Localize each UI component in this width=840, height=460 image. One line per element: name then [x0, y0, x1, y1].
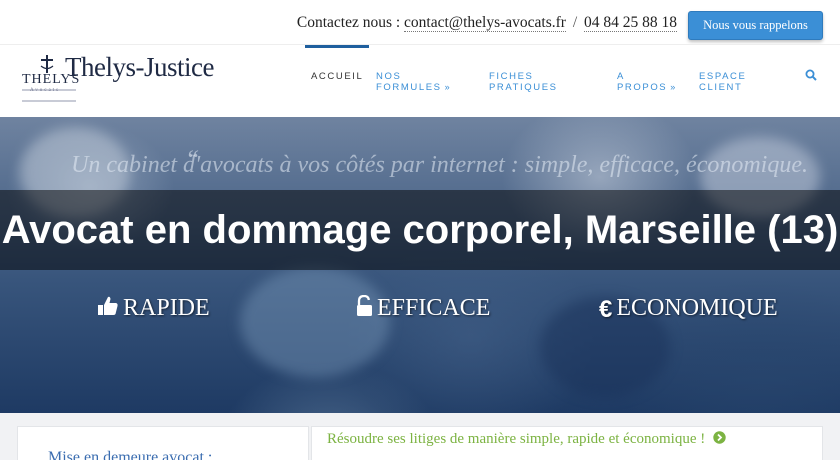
nav-item-fiches-pratiques[interactable]: FICHES PRATIQUES: [489, 71, 558, 93]
feature-label: RAPIDE: [123, 295, 210, 321]
chevron-down-icon: »: [444, 82, 452, 92]
nav-label-line1: A: [617, 71, 625, 82]
feature-label: EFFICACE: [377, 295, 491, 321]
thumbs-up-icon: [98, 296, 118, 315]
nav-label-line1: NOS: [376, 71, 402, 82]
tagline-text: Résoudre ses litiges de manière simple, …: [327, 431, 706, 447]
nav-label: ACCUEIL: [311, 71, 364, 82]
nav-active-indicator: [305, 45, 369, 48]
logo-mark-subtext: Avocats: [30, 88, 61, 93]
nav-label-line1: ESPACE: [699, 71, 747, 82]
unlock-icon: [357, 295, 372, 316]
background-blur: [240, 267, 390, 377]
contact-info: Contactez nous : contact@thelys-avocats.…: [297, 14, 677, 32]
logo-name: Thelys-Justice: [65, 52, 214, 82]
nav-item-a-propos[interactable]: A PROPOS»: [617, 71, 677, 93]
nav-item-nos-formules[interactable]: NOS FORMULES»: [376, 71, 451, 93]
tagline-link[interactable]: Résoudre ses litiges de manière simple, …: [327, 431, 726, 448]
feature-economique: € ECONOMIQUE: [599, 295, 778, 324]
callback-button[interactable]: Nous vous rappelons: [688, 11, 823, 40]
sidebar-card: Mise en demeure avocat :: [17, 426, 309, 460]
nav-item-espace-client[interactable]: ESPACE CLIENT: [699, 71, 746, 93]
contact-separator: /: [572, 14, 578, 31]
site-header: THELYS Avocats Thelys-Justice ACCUEIL NO…: [0, 44, 840, 117]
sidebar-heading: Mise en demeure avocat :: [48, 449, 213, 460]
feature-rapide: RAPIDE: [97, 295, 210, 322]
page-title: Avocat en dommage corporel, Marseille (1…: [1, 208, 839, 252]
nav-item-accueil[interactable]: ACCUEIL: [311, 71, 363, 82]
euro-icon: €: [599, 296, 613, 323]
hero-quote: Un cabinet d'avocats à vos côtés par int…: [71, 152, 808, 178]
nav-label-line2: PROPOS: [617, 82, 668, 93]
title-band: Avocat en dommage corporel, Marseille (1…: [0, 190, 840, 270]
feature-label: ECONOMIQUE: [616, 295, 778, 321]
top-contact-bar: Contactez nous : contact@thelys-avocats.…: [0, 0, 840, 44]
arrow-right-circle-icon: [713, 431, 726, 444]
chevron-down-icon: »: [670, 82, 677, 92]
main-card: Résoudre ses litiges de manière simple, …: [311, 426, 823, 460]
contact-phone-link[interactable]: 04 84 25 88 18: [584, 14, 677, 32]
contact-label: Contactez nous :: [296, 14, 401, 31]
hero-banner: “ Un cabinet d'avocats à vos côtés par i…: [0, 117, 840, 413]
nav-label-line2: CLIENT: [699, 82, 743, 93]
contact-email-link[interactable]: contact@thelys-avocats.fr: [404, 14, 566, 32]
search-icon[interactable]: [805, 69, 817, 81]
feature-efficace: EFFICACE: [356, 295, 490, 322]
nav-label-line2: PRATIQUES: [489, 82, 558, 93]
nav-label-line1: FICHES: [489, 71, 534, 82]
nav-label-line2: FORMULES: [376, 82, 442, 93]
